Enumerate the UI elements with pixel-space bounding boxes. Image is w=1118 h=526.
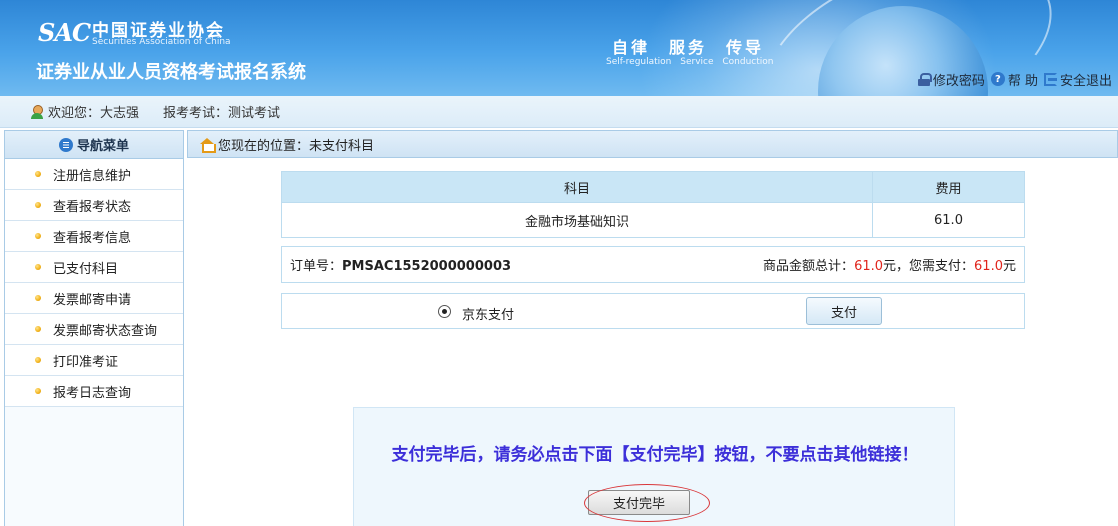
header-links: 修改密码 ? 帮 助 安全退出 (917, 70, 1112, 89)
help-label: 帮 助 (1007, 73, 1038, 89)
sidebar-header: 导航菜单 (5, 131, 183, 159)
sidebar-item-invoice-mail[interactable]: 发票邮寄申请 (5, 283, 183, 314)
fee-cell: 61.0 (872, 202, 1025, 238)
column-header-subject: 科目 (281, 171, 873, 203)
payment-notice: 支付完毕后，请务必点击下面【支付完毕】按钮，不要点击其他链接！ 支付完毕 (353, 407, 955, 526)
sidebar-item-label: 已支付科目 (53, 261, 119, 277)
menu-icon (58, 137, 73, 152)
home-icon (200, 137, 216, 153)
pay-label-text: 元，您需支付： (883, 259, 975, 274)
breadcrumb: 您现在的位置：未支付科目 (187, 130, 1118, 158)
lock-icon (917, 72, 932, 86)
motto-en: Self-regulation Service Conduction (606, 57, 774, 67)
help-icon: ? (990, 72, 1005, 86)
bullet-icon (35, 264, 41, 270)
logout-label: 安全退出 (1059, 73, 1112, 89)
table-row: 金融市场基础知识 61.0 (281, 202, 1025, 238)
total-amount: 61.0 (854, 259, 884, 274)
sidebar-item-invoice-status[interactable]: 发票邮寄状态查询 (5, 314, 183, 345)
breadcrumb-text: 您现在的位置：未支付科目 (218, 138, 375, 154)
user-icon (30, 104, 44, 119)
help-link[interactable]: ? 帮 助 (990, 70, 1038, 89)
exit-icon (1043, 72, 1057, 86)
welcome-bar: 欢迎您：大志强 报考考试：测试考试 (0, 96, 1118, 128)
table-header-row: 科目 费用 (281, 171, 1025, 203)
sac-logo: SAC (38, 18, 91, 47)
motto-cn: 自律 服务 传导 (612, 38, 765, 57)
bullet-icon (35, 388, 41, 394)
currency-unit: 元 (1002, 259, 1016, 274)
exam-name: 报考考试：测试考试 (163, 106, 281, 121)
notice-text: 支付完毕后，请务必点击下面【支付完毕】按钮，不要点击其他链接！ (391, 445, 919, 465)
column-header-fee: 费用 (872, 171, 1025, 203)
fee-table: 科目 费用 金融市场基础知识 61.0 (281, 171, 1025, 238)
sidebar-item-register-info[interactable]: 注册信息维护 (5, 159, 183, 190)
sidebar-item-label: 报考日志查询 (53, 385, 132, 401)
bullet-icon (35, 171, 41, 177)
sidebar-item-label: 打印准考证 (53, 354, 119, 370)
sidebar-item-paid-subjects[interactable]: 已支付科目 (5, 252, 183, 283)
welcome-greeting: 欢迎您：大志强 (48, 106, 140, 121)
bullet-icon (35, 326, 41, 332)
order-number-group: 订单号：PMSAC1552000000003 (290, 255, 511, 274)
sidebar-item-label: 查看报考状态 (53, 199, 132, 215)
payment-method-label: 京东支付 (462, 308, 515, 323)
sidebar-item-exam-info[interactable]: 查看报考信息 (5, 221, 183, 252)
sidebar-item-label: 发票邮寄申请 (53, 292, 132, 308)
sidebar-title: 导航菜单 (76, 139, 129, 154)
bullet-icon (35, 202, 41, 208)
main-content: 您现在的位置：未支付科目 科目 费用 金融市场基础知识 61.0 订单号：PMS… (187, 130, 1118, 526)
order-number-label: 订单号： (290, 259, 343, 274)
change-password-link[interactable]: 修改密码 (917, 70, 985, 89)
system-title: 证券业从业人员资格考试报名系统 (36, 62, 306, 83)
sidebar: 导航菜单 注册信息维护 查看报考状态 查看报考信息 已支付科目 发票邮寄申请 发… (4, 130, 184, 526)
subject-cell: 金融市场基础知识 (281, 202, 873, 238)
sidebar-item-label: 查看报考信息 (53, 230, 132, 246)
org-name-en: Securities Association of China (92, 37, 231, 47)
order-amount-group: 商品金额总计：61.0元，您需支付：61.0元 (763, 255, 1016, 274)
payment-method-box: 京东支付 支付 (281, 293, 1025, 329)
sidebar-menu: 注册信息维护 查看报考状态 查看报考信息 已支付科目 发票邮寄申请 发票邮寄状态… (5, 159, 183, 407)
pay-amount: 61.0 (974, 259, 1003, 274)
order-summary: 订单号：PMSAC1552000000003 商品金额总计：61.0元，您需支付… (281, 246, 1025, 283)
logout-link[interactable]: 安全退出 (1043, 70, 1112, 89)
jd-pay-radio[interactable] (438, 305, 451, 318)
sidebar-item-label: 发票邮寄状态查询 (53, 323, 158, 339)
payment-done-button[interactable]: 支付完毕 (588, 490, 690, 515)
sidebar-item-label: 注册信息维护 (53, 168, 132, 184)
bullet-icon (35, 233, 41, 239)
pay-button[interactable]: 支付 (806, 297, 882, 325)
total-label: 商品金额总计： (763, 259, 855, 274)
sidebar-item-exam-status[interactable]: 查看报考状态 (5, 190, 183, 221)
sidebar-item-print-ticket[interactable]: 打印准考证 (5, 345, 183, 376)
bullet-icon (35, 357, 41, 363)
change-password-label: 修改密码 (932, 73, 985, 89)
app-header: SAC 中国证券业协会 Securities Association of Ch… (0, 0, 1118, 96)
sidebar-item-exam-log[interactable]: 报考日志查询 (5, 376, 183, 407)
order-number: PMSAC1552000000003 (342, 259, 512, 274)
bullet-icon (35, 295, 41, 301)
